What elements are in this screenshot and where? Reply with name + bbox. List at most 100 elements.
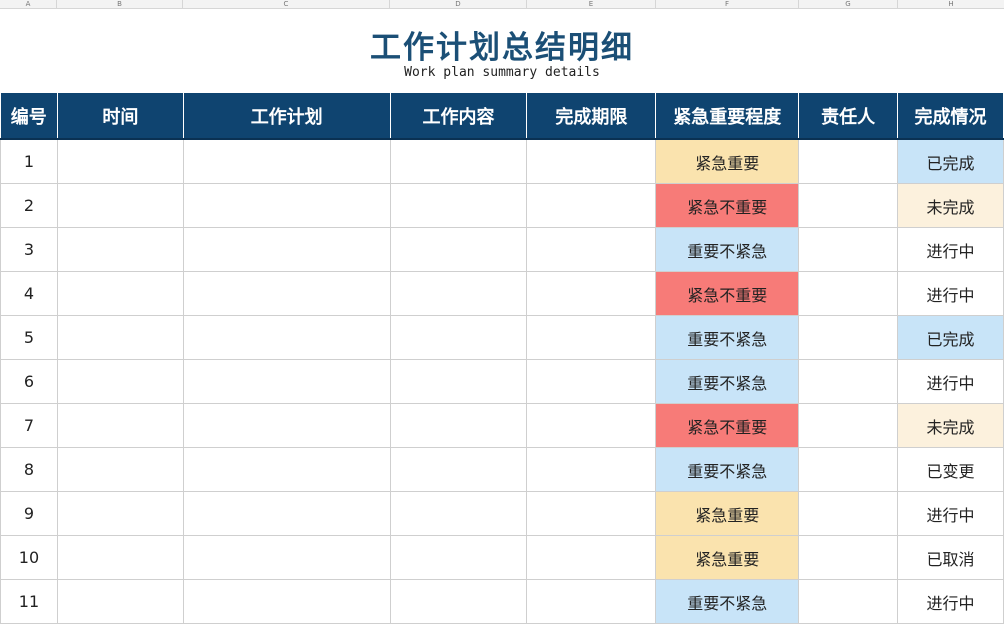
plan-table: 编号 时间 工作计划 工作内容 完成期限 紧急重要程度 责任人 完成情况 1 紧急… [0, 93, 1004, 624]
plan-cell[interactable] [182, 403, 391, 448]
content-cell[interactable] [389, 359, 528, 404]
deadline-cell[interactable] [526, 403, 657, 448]
id-cell[interactable]: 1 [0, 138, 58, 184]
content-cell[interactable] [389, 491, 528, 536]
column-header-g[interactable]: G [799, 0, 898, 8]
column-header-f[interactable]: F [656, 0, 799, 8]
plan-cell[interactable] [182, 315, 391, 360]
header-cell-content[interactable]: 工作内容 [390, 93, 528, 140]
priority-cell[interactable]: 紧急不重要 [655, 271, 800, 316]
owner-cell[interactable] [798, 359, 899, 404]
owner-cell[interactable] [798, 227, 899, 272]
sheet-title[interactable]: 工作计划总结明细 [0, 22, 1004, 67]
table-row: 6 重要不紧急 进行中 [0, 359, 1004, 404]
content-cell[interactable] [389, 403, 528, 448]
deadline-cell[interactable] [526, 447, 657, 492]
owner-cell[interactable] [798, 491, 899, 536]
priority-cell[interactable]: 重要不紧急 [655, 227, 800, 272]
status-cell[interactable]: 进行中 [897, 227, 1004, 272]
time-cell[interactable] [56, 315, 184, 360]
status-cell[interactable]: 已取消 [897, 535, 1004, 580]
id-cell[interactable]: 8 [0, 447, 58, 492]
priority-cell[interactable]: 紧急不重要 [655, 183, 800, 228]
deadline-cell[interactable] [526, 138, 657, 184]
header-cell-plan[interactable]: 工作计划 [183, 93, 391, 140]
id-cell[interactable]: 9 [0, 491, 58, 536]
status-cell[interactable]: 已完成 [897, 315, 1004, 360]
deadline-cell[interactable] [526, 359, 657, 404]
id-cell[interactable]: 2 [0, 183, 58, 228]
status-cell[interactable]: 未完成 [897, 403, 1004, 448]
id-cell[interactable]: 3 [0, 227, 58, 272]
owner-cell[interactable] [798, 447, 899, 492]
deadline-cell[interactable] [526, 227, 657, 272]
status-cell[interactable]: 进行中 [897, 491, 1004, 536]
time-cell[interactable] [56, 183, 184, 228]
time-cell[interactable] [56, 491, 184, 536]
id-cell[interactable]: 4 [0, 271, 58, 316]
time-cell[interactable] [56, 447, 184, 492]
time-cell[interactable] [56, 138, 184, 184]
id-cell[interactable]: 10 [0, 535, 58, 580]
column-header-d[interactable]: D [390, 0, 527, 8]
priority-cell[interactable]: 紧急重要 [655, 491, 800, 536]
time-cell[interactable] [56, 227, 184, 272]
header-cell-time[interactable]: 时间 [57, 93, 184, 140]
deadline-cell[interactable] [526, 491, 657, 536]
content-cell[interactable] [389, 271, 528, 316]
status-cell[interactable]: 未完成 [897, 183, 1004, 228]
content-cell[interactable] [389, 227, 528, 272]
deadline-cell[interactable] [526, 535, 657, 580]
plan-cell[interactable] [182, 359, 391, 404]
priority-cell[interactable]: 重要不紧急 [655, 359, 800, 404]
id-cell[interactable]: 7 [0, 403, 58, 448]
status-cell[interactable]: 已变更 [897, 447, 1004, 492]
plan-cell[interactable] [182, 535, 391, 580]
id-cell[interactable]: 5 [0, 315, 58, 360]
time-cell[interactable] [56, 535, 184, 580]
column-header-b[interactable]: B [57, 0, 183, 8]
status-cell[interactable]: 进行中 [897, 359, 1004, 404]
plan-cell[interactable] [182, 447, 391, 492]
content-cell[interactable] [389, 447, 528, 492]
column-header-c[interactable]: C [183, 0, 390, 8]
plan-cell[interactable] [182, 271, 391, 316]
deadline-cell[interactable] [526, 315, 657, 360]
column-header-a[interactable]: A [0, 0, 57, 8]
id-cell[interactable]: 6 [0, 359, 58, 404]
header-cell-status[interactable]: 完成情况 [897, 93, 1004, 140]
column-header-h[interactable]: H [898, 0, 1004, 8]
content-cell[interactable] [389, 183, 528, 228]
priority-cell[interactable]: 重要不紧急 [655, 315, 800, 360]
time-cell[interactable] [56, 403, 184, 448]
content-cell[interactable] [389, 315, 528, 360]
header-cell-owner[interactable]: 责任人 [798, 93, 899, 140]
owner-cell[interactable] [798, 535, 899, 580]
priority-cell[interactable]: 紧急重要 [655, 535, 800, 580]
owner-cell[interactable] [798, 403, 899, 448]
owner-cell[interactable] [798, 315, 899, 360]
column-header-e[interactable]: E [527, 0, 656, 8]
owner-cell[interactable] [798, 138, 899, 184]
sheet-subtitle[interactable]: Work plan summary details [0, 65, 1004, 80]
content-cell[interactable] [389, 138, 528, 184]
plan-cell[interactable] [182, 138, 391, 184]
deadline-cell[interactable] [526, 183, 657, 228]
header-cell-priority[interactable]: 紧急重要程度 [655, 93, 800, 140]
time-cell[interactable] [56, 271, 184, 316]
header-cell-id[interactable]: 编号 [0, 93, 58, 140]
deadline-cell[interactable] [526, 271, 657, 316]
status-cell[interactable]: 进行中 [897, 271, 1004, 316]
plan-cell[interactable] [182, 183, 391, 228]
priority-cell[interactable]: 紧急不重要 [655, 403, 800, 448]
time-cell[interactable] [56, 359, 184, 404]
owner-cell[interactable] [798, 183, 899, 228]
content-cell[interactable] [389, 535, 528, 580]
status-cell[interactable]: 已完成 [897, 138, 1004, 184]
owner-cell[interactable] [798, 271, 899, 316]
plan-cell[interactable] [182, 227, 391, 272]
header-cell-deadline[interactable]: 完成期限 [526, 93, 657, 140]
priority-cell[interactable]: 紧急重要 [655, 138, 800, 184]
priority-cell[interactable]: 重要不紧急 [655, 447, 800, 492]
plan-cell[interactable] [182, 491, 391, 536]
